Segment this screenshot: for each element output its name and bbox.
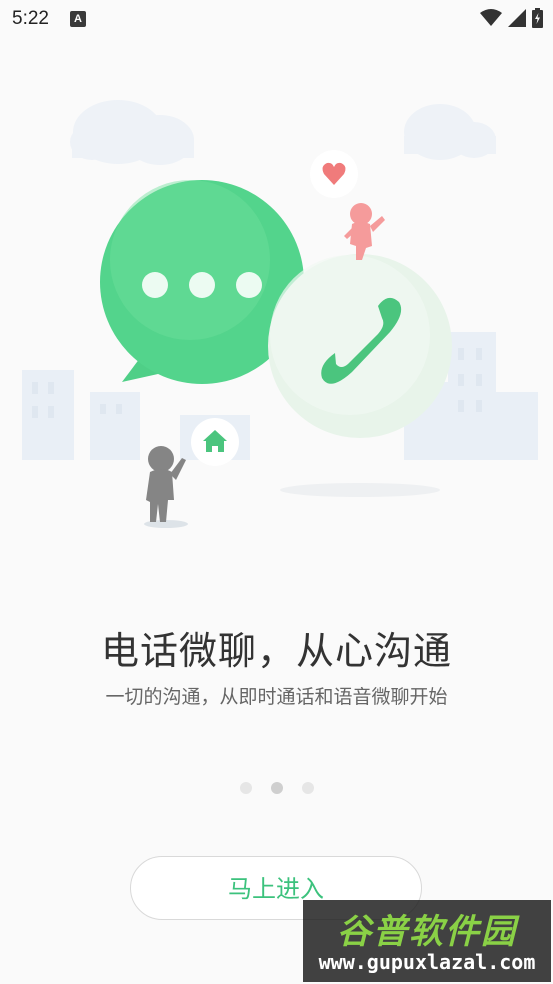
watermark-url: www.gupuxlazal.com: [318, 950, 536, 974]
onboarding-subtitle: 一切的沟通，从即时通话和语音微聊开始: [105, 686, 448, 708]
onboarding-illustration: [22, 100, 538, 528]
notification-icon: A: [70, 11, 86, 27]
onboarding-title: 电话微聊，从心沟通: [100, 629, 452, 673]
home-icon: [191, 418, 239, 466]
watermark-title: 谷普软件园: [337, 912, 517, 952]
cloud-right: [404, 104, 496, 160]
page-dot-1: [239, 782, 252, 794]
watermark-logo: 谷普软件园 www.gupuxlazal.com: [303, 900, 551, 982]
heart-icon: [310, 150, 358, 198]
pink-person: [344, 203, 385, 260]
battery-icon: [532, 8, 543, 28]
wifi-icon: [480, 9, 502, 26]
page-indicator: [0, 782, 553, 794]
page-dot-3: [301, 782, 314, 794]
page-dot-2-active: [270, 782, 283, 794]
status-bar: 5:22 A: [0, 0, 553, 40]
signal-icon: [508, 9, 526, 27]
cloud-left: [70, 100, 194, 165]
phone-circle: [268, 254, 452, 438]
status-time: 5:22: [12, 8, 49, 29]
